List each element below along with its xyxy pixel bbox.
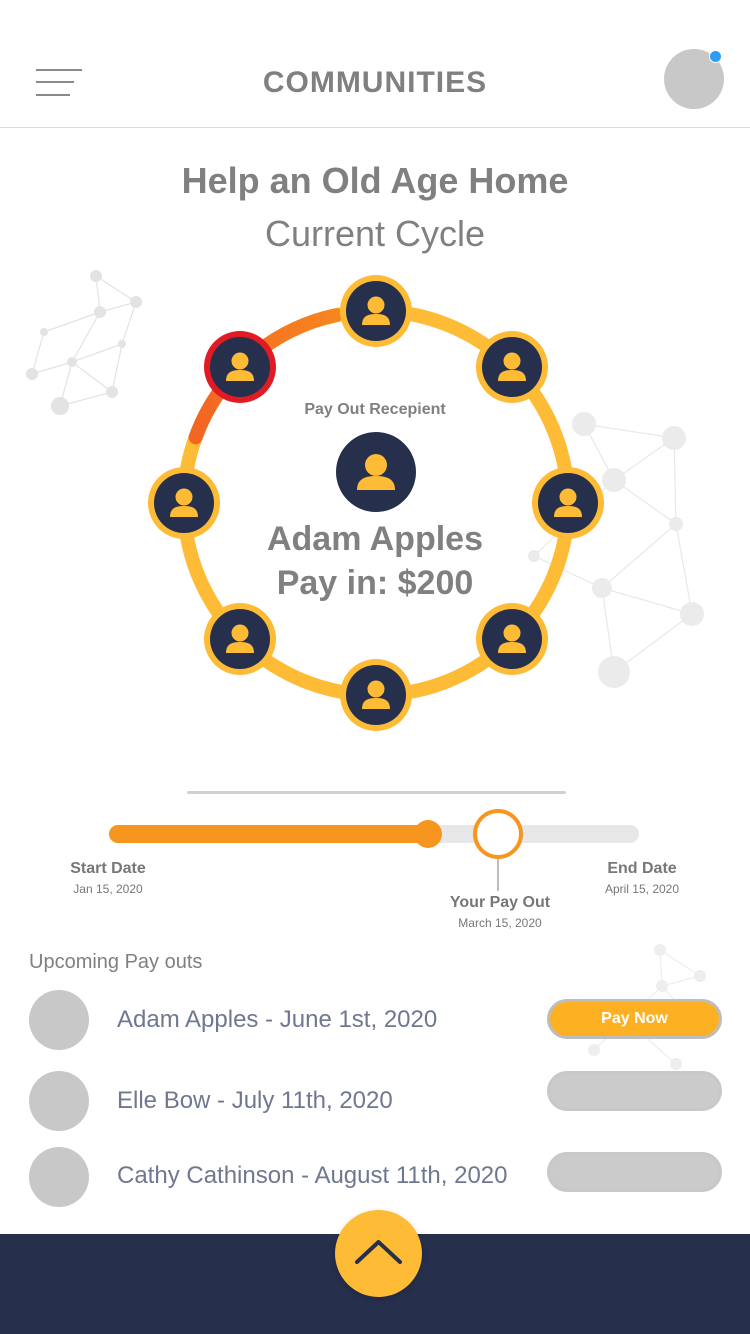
member-avatar-active[interactable] xyxy=(204,331,277,404)
person-icon xyxy=(497,352,526,382)
member-avatar[interactable] xyxy=(204,602,277,675)
start-date-label: Start Date xyxy=(70,860,146,877)
member-avatar[interactable] xyxy=(475,331,548,404)
person-icon xyxy=(362,296,390,325)
timeline-progress xyxy=(109,825,433,843)
member-avatar[interactable] xyxy=(475,602,548,675)
pay-now-label: Pay Now xyxy=(601,1010,668,1027)
timeline-thumb[interactable] xyxy=(414,820,443,848)
notification-dot xyxy=(709,50,722,63)
payout-item-text: Elle Bow - July 11th, 2020 xyxy=(117,1087,393,1114)
start-date: Start Date Jan 15, 2020 xyxy=(48,860,168,896)
page-subtitle: Current Cycle xyxy=(264,213,486,254)
chevron-up-icon xyxy=(355,1240,402,1264)
end-date-label: End Date xyxy=(607,860,677,877)
expand-button[interactable] xyxy=(335,1210,422,1297)
payout-marker-line xyxy=(497,859,500,891)
end-date-value: April 15, 2020 xyxy=(604,882,680,896)
app-header: COMMUNITIES xyxy=(0,0,750,128)
person-icon xyxy=(226,352,255,382)
end-date: End Date April 15, 2020 xyxy=(582,860,702,896)
network-decoration-left xyxy=(26,270,142,415)
payout-item-text: Cathy Cathinson - August 11th, 2020 xyxy=(117,1162,508,1189)
member-avatar-inner xyxy=(346,665,406,725)
member-avatar-inner xyxy=(481,608,542,669)
payout-recipient-label: Pay Out Recepient xyxy=(304,401,446,418)
header-title: COMMUNITIES xyxy=(262,66,488,99)
member-avatar[interactable] xyxy=(340,275,412,347)
recipient-name: Adam Apples xyxy=(266,520,483,558)
page-title: Help an Old Age Home xyxy=(181,160,569,201)
person-icon xyxy=(357,454,395,490)
pay-now-button[interactable]: Pay Now xyxy=(547,999,722,1039)
payout-avatar xyxy=(29,990,89,1050)
member-avatar-inner xyxy=(210,337,271,398)
payout-date-value: March 15, 2020 xyxy=(458,916,542,930)
profile-avatar[interactable] xyxy=(664,49,724,109)
payout-date: Your Pay Out March 15, 2020 xyxy=(430,894,570,930)
payout-marker xyxy=(473,809,524,859)
section-divider xyxy=(187,791,566,794)
member-avatar[interactable] xyxy=(340,659,412,731)
person-icon xyxy=(226,624,255,653)
payout-date-label: Your Pay Out xyxy=(449,894,551,911)
member-avatar-inner xyxy=(481,337,542,398)
payout-item-text: Adam Apples - June 1st, 2020 xyxy=(117,1006,438,1033)
member-avatar-inner xyxy=(210,608,271,669)
recipient-avatar xyxy=(336,432,416,512)
payout-avatar xyxy=(29,1147,89,1207)
payout-button-disabled xyxy=(547,1071,722,1111)
start-date-value: Jan 15, 2020 xyxy=(73,882,143,896)
person-icon xyxy=(497,624,526,653)
payout-button-disabled xyxy=(547,1152,722,1192)
upcoming-title: Upcoming Pay outs xyxy=(29,951,203,973)
payout-avatar xyxy=(29,1071,89,1131)
person-icon xyxy=(362,680,390,709)
recipient-pay-in: Pay in: $200 xyxy=(276,564,474,602)
member-avatar-inner xyxy=(346,281,406,341)
